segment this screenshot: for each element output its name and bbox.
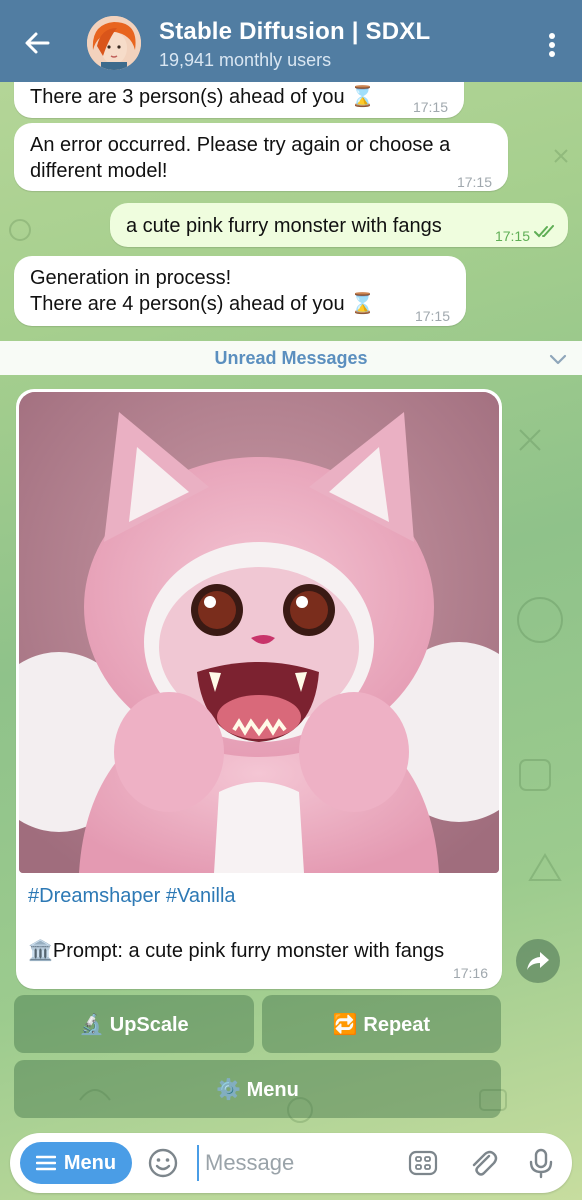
message-time: 17:15 (412, 99, 448, 115)
message-text: There are 3 person(s) ahead of you ⌛ (30, 86, 376, 108)
bot-menu-label: Menu (63, 1151, 117, 1174)
hashtags-link[interactable]: #Dreamshaper #Vanilla (28, 885, 236, 908)
chat-subtitle: 19,941 monthly users (159, 50, 332, 70)
bot-avatar[interactable] (87, 16, 141, 70)
message-time: 17:15 (494, 228, 530, 244)
microphone-icon[interactable] (525, 1147, 557, 1179)
message-time: 17:16 (452, 965, 488, 981)
message-text-line: There are 4 person(s) ahead of you ⌛ (30, 293, 376, 315)
message-time: 17:15 (456, 174, 492, 190)
chevron-down-icon[interactable] (548, 349, 568, 369)
generated-image[interactable] (19, 392, 499, 873)
unread-label: Unread Messages (214, 347, 368, 368)
upscale-button[interactable]: 🔬 UpScale (14, 995, 254, 1053)
photo-message[interactable]: #Dreamshaper #Vanilla 🏛️Prompt: a cute p… (16, 389, 502, 989)
prompt-text: 🏛️Prompt: a cute pink furry monster with… (28, 940, 445, 962)
chat-title[interactable]: Stable Diffusion | SDXL (159, 18, 430, 46)
repeat-button[interactable]: 🔁 Repeat (262, 995, 501, 1053)
message-bubble[interactable]: Generation in process! There are 4 perso… (14, 256, 466, 326)
more-options-icon[interactable] (540, 30, 564, 60)
menu-keyboard-label: ⚙️ Menu (216, 1078, 299, 1101)
chat-header: Stable Diffusion | SDXL 19,941 monthly u… (0, 0, 582, 82)
back-arrow-icon[interactable] (22, 28, 52, 58)
upscale-label: 🔬 UpScale (79, 1013, 189, 1036)
read-checks-icon (534, 225, 554, 238)
message-text: a cute pink furry monster with fangs (126, 215, 442, 237)
hamburger-icon (35, 1155, 56, 1171)
message-text-line: different model! (30, 160, 168, 182)
message-composer: Menu (10, 1133, 572, 1193)
message-input[interactable] (197, 1145, 397, 1181)
forward-button[interactable] (516, 939, 560, 983)
message-text-line: Generation in process! (30, 267, 232, 289)
message-bubble[interactable]: An error occurred. Please try again or c… (14, 123, 508, 191)
emoji-icon[interactable] (147, 1147, 179, 1179)
share-arrow-icon (527, 952, 549, 970)
bot-commands-icon[interactable] (407, 1147, 439, 1179)
unread-messages-divider: Unread Messages (0, 341, 582, 375)
outgoing-message-bubble[interactable]: a cute pink furry monster with fangs 17:… (110, 203, 568, 247)
repeat-label: 🔁 Repeat (332, 1013, 431, 1036)
message-time: 17:15 (414, 308, 450, 324)
message-text-line: An error occurred. Please try again or c… (30, 134, 451, 156)
bot-menu-button[interactable]: Menu (20, 1142, 132, 1184)
menu-keyboard-button[interactable]: ⚙️ Menu (14, 1060, 501, 1118)
attach-icon[interactable] (467, 1147, 499, 1179)
